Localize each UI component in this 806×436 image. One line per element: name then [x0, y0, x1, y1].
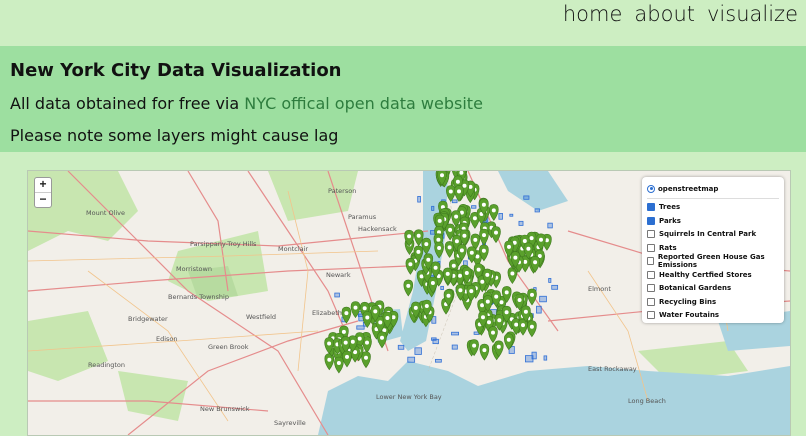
overlay-option[interactable]: Water Foutains	[647, 309, 779, 323]
overlay-option[interactable]: Botanical Gardens	[647, 282, 779, 296]
overlay-checkbox[interactable]	[647, 284, 655, 292]
place-label: Parsippany-Troy Hills	[190, 240, 257, 248]
layer-control: openstreetmap Trees Parks Squirrels In Cen…	[642, 177, 784, 323]
layer-separator	[647, 198, 779, 199]
overlay-checkbox[interactable]	[647, 311, 655, 319]
park-shape[interactable]	[524, 196, 529, 199]
place-label: Paterson	[328, 187, 356, 195]
overlay-option[interactable]: Healthy Certfied Stores	[647, 268, 779, 282]
zoom-control: + −	[34, 177, 52, 208]
park-shape[interactable]	[552, 285, 558, 289]
park-shape[interactable]	[418, 196, 421, 202]
park-shape[interactable]	[441, 286, 444, 289]
place-label: Elmont	[588, 285, 611, 293]
park-shape[interactable]	[548, 223, 553, 228]
place-label: Bridgewater	[128, 315, 168, 323]
park-shape[interactable]	[549, 278, 551, 282]
park-shape[interactable]	[536, 306, 541, 313]
place-label: Readington	[88, 361, 125, 369]
overlay-option[interactable]: Squirrels In Central Park	[647, 228, 779, 242]
overlay-option[interactable]: Parks	[647, 214, 779, 228]
overlay-checkbox[interactable]	[647, 203, 655, 211]
place-label: Newark	[326, 271, 351, 279]
park-shape[interactable]	[335, 293, 340, 297]
place-label: Sayreville	[274, 419, 306, 427]
header-banner: New York City Data Visualization All dat…	[0, 46, 806, 152]
nav-links: home about visualize	[563, 2, 798, 26]
overlay-label: Healthy Certfied Stores	[659, 271, 752, 279]
nav-visualize-link[interactable]: visualize	[707, 2, 798, 26]
park-shape[interactable]	[452, 332, 459, 335]
zoom-in-button[interactable]: +	[35, 178, 51, 192]
park-shape[interactable]	[408, 357, 415, 362]
place-label: Paramus	[348, 213, 377, 221]
overlay-option[interactable]: Recycling Bins	[647, 295, 779, 309]
overlay-label: Reported Green House Gas Emissions	[658, 253, 779, 269]
place-label: Hackensack	[358, 225, 397, 233]
park-shape[interactable]	[472, 206, 476, 209]
park-shape[interactable]	[519, 221, 523, 225]
park-shape[interactable]	[415, 348, 422, 355]
data-source-text: All data obtained for free via NYC offic…	[10, 94, 483, 113]
overlay-checkbox[interactable]	[647, 257, 654, 265]
overlay-checkbox[interactable]	[647, 271, 655, 279]
place-label: East Rockaway	[588, 365, 637, 373]
park-shape[interactable]	[431, 338, 436, 340]
data-source-prefix: All data obtained for free via	[10, 94, 244, 113]
overlay-label: Rats	[659, 244, 677, 252]
park-shape[interactable]	[452, 200, 457, 203]
park-shape[interactable]	[544, 356, 547, 360]
open-data-link[interactable]: NYC offical open data website	[244, 94, 483, 113]
base-layer-radio[interactable]	[647, 185, 655, 193]
place-label: Westfield	[246, 313, 276, 321]
overlay-option[interactable]: Trees	[647, 201, 779, 215]
place-label: Long Beach	[628, 397, 666, 405]
place-label: New Brunswick	[200, 405, 250, 413]
place-label: Mount Olive	[86, 209, 125, 217]
map-container[interactable]: Paterson Mount Olive Paramus Hackensack Pars…	[27, 170, 791, 436]
place-label: Bernards Township	[168, 293, 229, 301]
overlay-checkbox[interactable]	[647, 244, 655, 252]
park-shape[interactable]	[540, 296, 547, 302]
park-shape[interactable]	[435, 359, 441, 362]
overlay-list: TreesParksSquirrels In Central ParkRatsR…	[647, 201, 779, 323]
place-label: Edison	[156, 335, 178, 343]
overlay-label: Parks	[659, 217, 681, 225]
park-shape[interactable]	[357, 326, 364, 329]
place-label: Morristown	[176, 265, 212, 273]
park-shape[interactable]	[432, 206, 434, 210]
overlay-checkbox[interactable]	[647, 230, 655, 238]
place-label: Green Brook	[208, 343, 249, 351]
nav-home-link[interactable]: home	[563, 2, 623, 26]
page-title: New York City Data Visualization	[10, 60, 342, 81]
park-shape[interactable]	[499, 213, 503, 219]
overlay-checkbox[interactable]	[647, 217, 655, 225]
nav-about-link[interactable]: about	[634, 2, 695, 26]
overlay-label: Recycling Bins	[659, 298, 716, 306]
park-shape[interactable]	[535, 209, 539, 212]
overlay-option[interactable]: Reported Green House Gas Emissions	[647, 255, 779, 269]
place-label: Elizabeth	[312, 309, 342, 317]
zoom-out-button[interactable]: −	[35, 192, 51, 207]
place-label: Montclair	[278, 245, 308, 253]
park-shape[interactable]	[398, 345, 404, 349]
base-layer-label: openstreetmap	[658, 185, 718, 193]
park-shape[interactable]	[510, 214, 513, 216]
base-layer-option[interactable]: openstreetmap	[647, 182, 779, 196]
overlay-label: Botanical Gardens	[659, 284, 731, 292]
park-shape[interactable]	[474, 332, 479, 334]
park-shape[interactable]	[532, 352, 536, 359]
overlay-label: Squirrels In Central Park	[659, 230, 756, 238]
overlay-label: Water Foutains	[659, 311, 719, 319]
place-label: Lower New York Bay	[376, 393, 442, 401]
park-shape[interactable]	[452, 345, 457, 349]
top-navbar: home about visualize	[0, 0, 806, 46]
overlay-label: Trees	[659, 203, 680, 211]
lag-note: Please note some layers might cause lag	[10, 126, 338, 145]
overlay-checkbox[interactable]	[647, 298, 655, 306]
